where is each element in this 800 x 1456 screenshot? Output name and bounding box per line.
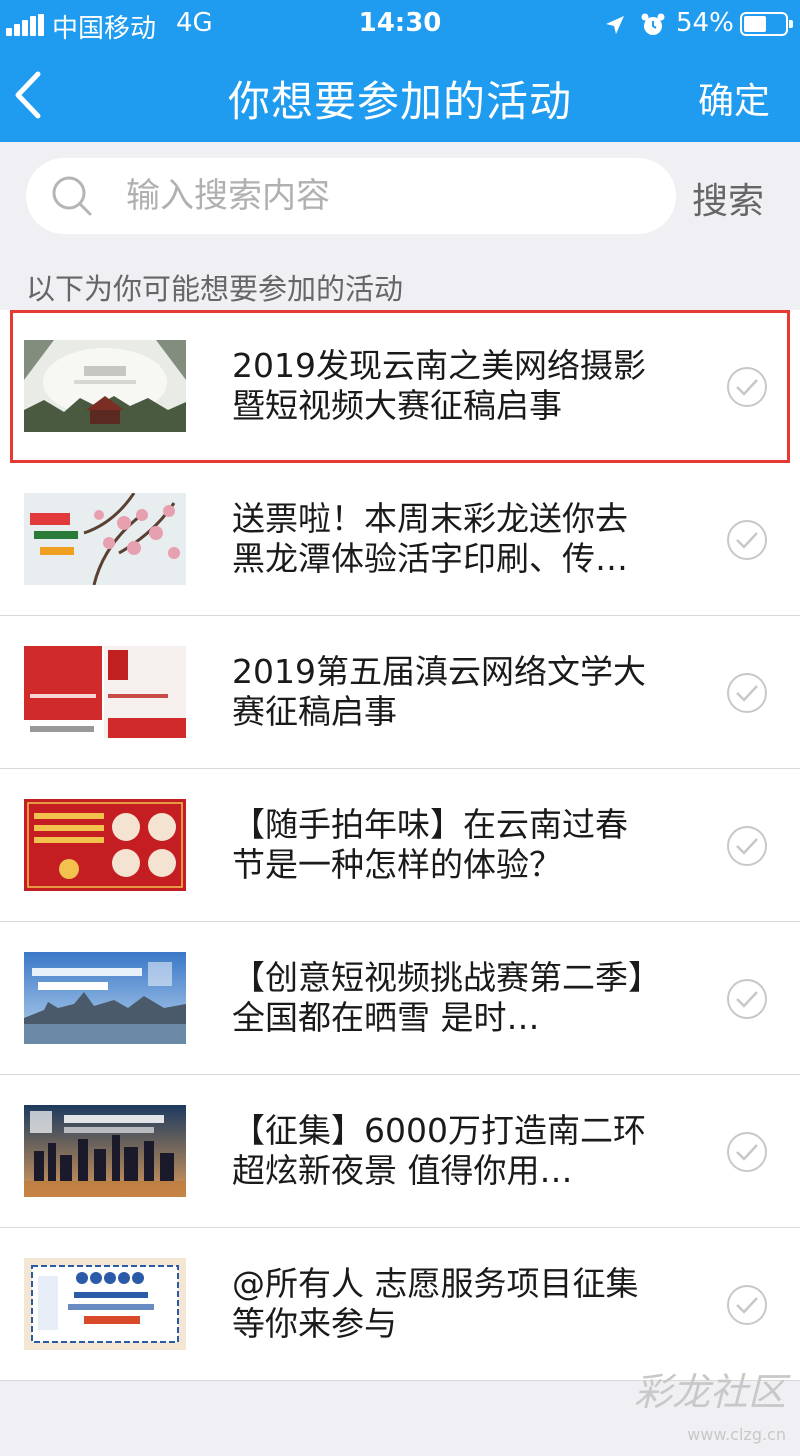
activity-title: 【随手拍年味】在云南过春节是一种怎样的体验？ [232, 805, 628, 884]
activity-list: 2019发现云南之美网络摄影暨短视频大赛征稿启事 送票啦！本周末彩龙送你去黑龙潭… [0, 310, 800, 1381]
watermark-url: www.clzg.cn [687, 1425, 786, 1444]
section-label: 以下为你可能想要参加的活动 [26, 272, 404, 306]
search-input[interactable] [126, 158, 646, 234]
check-circle-icon[interactable] [726, 825, 768, 867]
activity-thumbnail [24, 1105, 186, 1197]
activity-title: 【征集】6000万打造南二环超炫新夜景 值得你用… [232, 1111, 646, 1190]
activity-item[interactable]: @所有人 志愿服务项目征集等你来参与 [0, 1228, 800, 1381]
alarm-icon [641, 13, 665, 35]
activity-title: 2019第五届滇云网络文学大赛征稿启事 [232, 652, 646, 731]
activity-title: @所有人 志愿服务项目征集等你来参与 [232, 1264, 639, 1343]
search-bar: 搜索 [0, 142, 800, 250]
battery-icon [740, 12, 793, 36]
activity-thumbnail [24, 952, 186, 1044]
activity-title: 送票啦！本周末彩龙送你去黑龙潭体验活字印刷、传… [232, 499, 628, 578]
search-button[interactable]: 搜索 [692, 172, 764, 224]
activity-thumbnail [24, 799, 186, 891]
activity-item[interactable]: 送票啦！本周末彩龙送你去黑龙潭体验活字印刷、传… [0, 463, 800, 616]
check-circle-icon[interactable] [726, 1284, 768, 1326]
activity-item[interactable]: 2019第五届滇云网络文学大赛征稿启事 [0, 616, 800, 769]
battery-percent: 54% [676, 8, 734, 38]
activity-title: 【创意短视频挑战赛第二季】全国都在晒雪 是时… [232, 958, 645, 1037]
activity-thumbnail [24, 340, 186, 432]
activity-thumbnail [24, 1258, 186, 1350]
activity-title: 2019发现云南之美网络摄影暨短视频大赛征稿启事 [232, 346, 646, 425]
search-box[interactable] [26, 158, 676, 234]
confirm-button[interactable]: 确定 [698, 72, 770, 124]
check-circle-icon[interactable] [726, 672, 768, 714]
check-circle-icon[interactable] [726, 1131, 768, 1173]
nav-bar: 你想要参加的活动 确定 [0, 50, 800, 142]
status-bar: 中国移动 4G 14:30 54% [0, 0, 800, 50]
app-header: 中国移动 4G 14:30 54% 你想要参加的活动 确定 [0, 0, 800, 142]
activity-thumbnail [24, 493, 186, 585]
watermark-logo: 彩龙社区 [633, 1370, 786, 1414]
location-icon [606, 16, 624, 34]
battery-level [744, 16, 766, 32]
check-circle-icon[interactable] [726, 978, 768, 1020]
check-circle-icon[interactable] [726, 366, 768, 408]
page-title: 你想要参加的活动 [227, 77, 572, 126]
activity-item[interactable]: 【征集】6000万打造南二环超炫新夜景 值得你用… [0, 1075, 800, 1228]
search-icon [52, 176, 92, 216]
activity-thumbnail [24, 646, 186, 738]
activity-item[interactable]: 2019发现云南之美网络摄影暨短视频大赛征稿启事 [10, 310, 790, 463]
activity-item[interactable]: 【创意短视频挑战赛第二季】全国都在晒雪 是时… [0, 922, 800, 1075]
activity-item[interactable]: 【随手拍年味】在云南过春节是一种怎样的体验？ [0, 769, 800, 922]
check-circle-icon[interactable] [726, 519, 768, 561]
